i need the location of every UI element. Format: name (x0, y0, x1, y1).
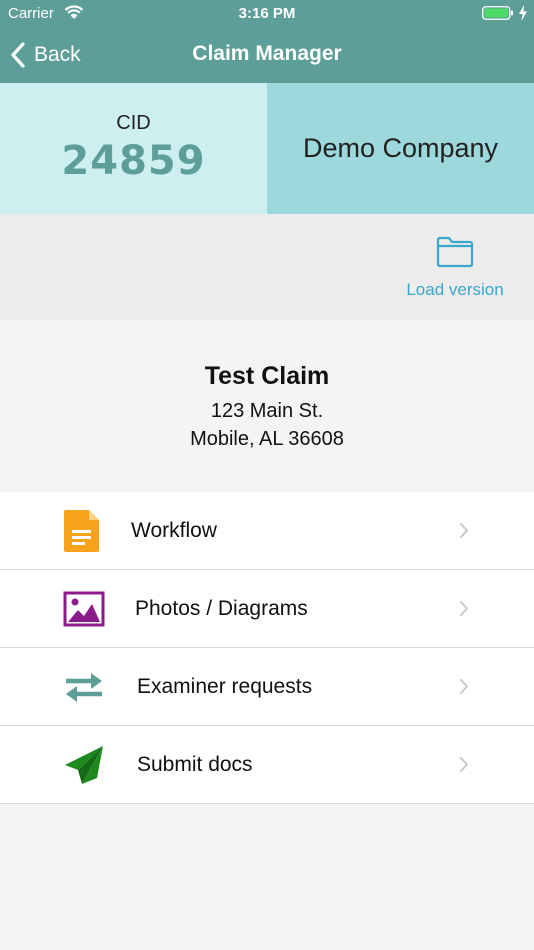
load-version-button[interactable]: Load version (396, 234, 514, 304)
menu-item-label: Submit docs (137, 753, 253, 776)
load-version-strip: Load version (0, 214, 534, 320)
status-bar: Carrier 3:16 PM (0, 0, 534, 28)
folder-icon (436, 236, 474, 268)
cid-panel: CID 24859 (0, 83, 267, 214)
claim-title: Test Claim (204, 362, 330, 390)
charging-bolt-icon (519, 5, 527, 21)
clock: 3:16 PM (238, 5, 296, 22)
chevron-right-icon (460, 757, 468, 772)
chevron-right-icon (460, 601, 468, 616)
navigation-bar: Back Claim Manager (0, 34, 534, 74)
claim-menu: Workflow Photos / Diagrams Examiner requ… (0, 492, 534, 804)
swap-arrows-icon (66, 673, 102, 702)
company-name: Demo Company (302, 133, 499, 163)
menu-item-photos-diagrams[interactable]: Photos / Diagrams (0, 570, 534, 648)
cid-value: 24859 (61, 138, 206, 184)
page-title: Claim Manager (192, 42, 342, 65)
document-icon (64, 510, 99, 552)
claim-address-line2: Mobile, AL 36608 (190, 428, 344, 450)
claim-info: Test Claim 123 Main St. Mobile, AL 36608 (0, 320, 534, 492)
menu-item-label: Photos / Diagrams (135, 597, 308, 620)
menu-item-label: Workflow (131, 519, 217, 542)
menu-item-examiner-requests[interactable]: Examiner requests (0, 648, 534, 726)
company-panel: Demo Company (267, 83, 534, 214)
battery-icon (482, 6, 513, 20)
menu-item-label: Examiner requests (137, 675, 313, 698)
chevron-right-icon (460, 679, 468, 694)
paper-plane-icon (65, 746, 103, 784)
cid-label: CID (116, 112, 151, 134)
menu-item-workflow[interactable]: Workflow (0, 492, 534, 570)
image-icon (63, 591, 105, 627)
header: Carrier 3:16 PM Back Claim Manager (0, 0, 534, 83)
menu-item-submit-docs[interactable]: Submit docs (0, 726, 534, 804)
chevron-right-icon (460, 523, 468, 538)
load-version-label: Load version (406, 280, 504, 299)
claim-address-line1: 123 Main St. (210, 400, 324, 422)
